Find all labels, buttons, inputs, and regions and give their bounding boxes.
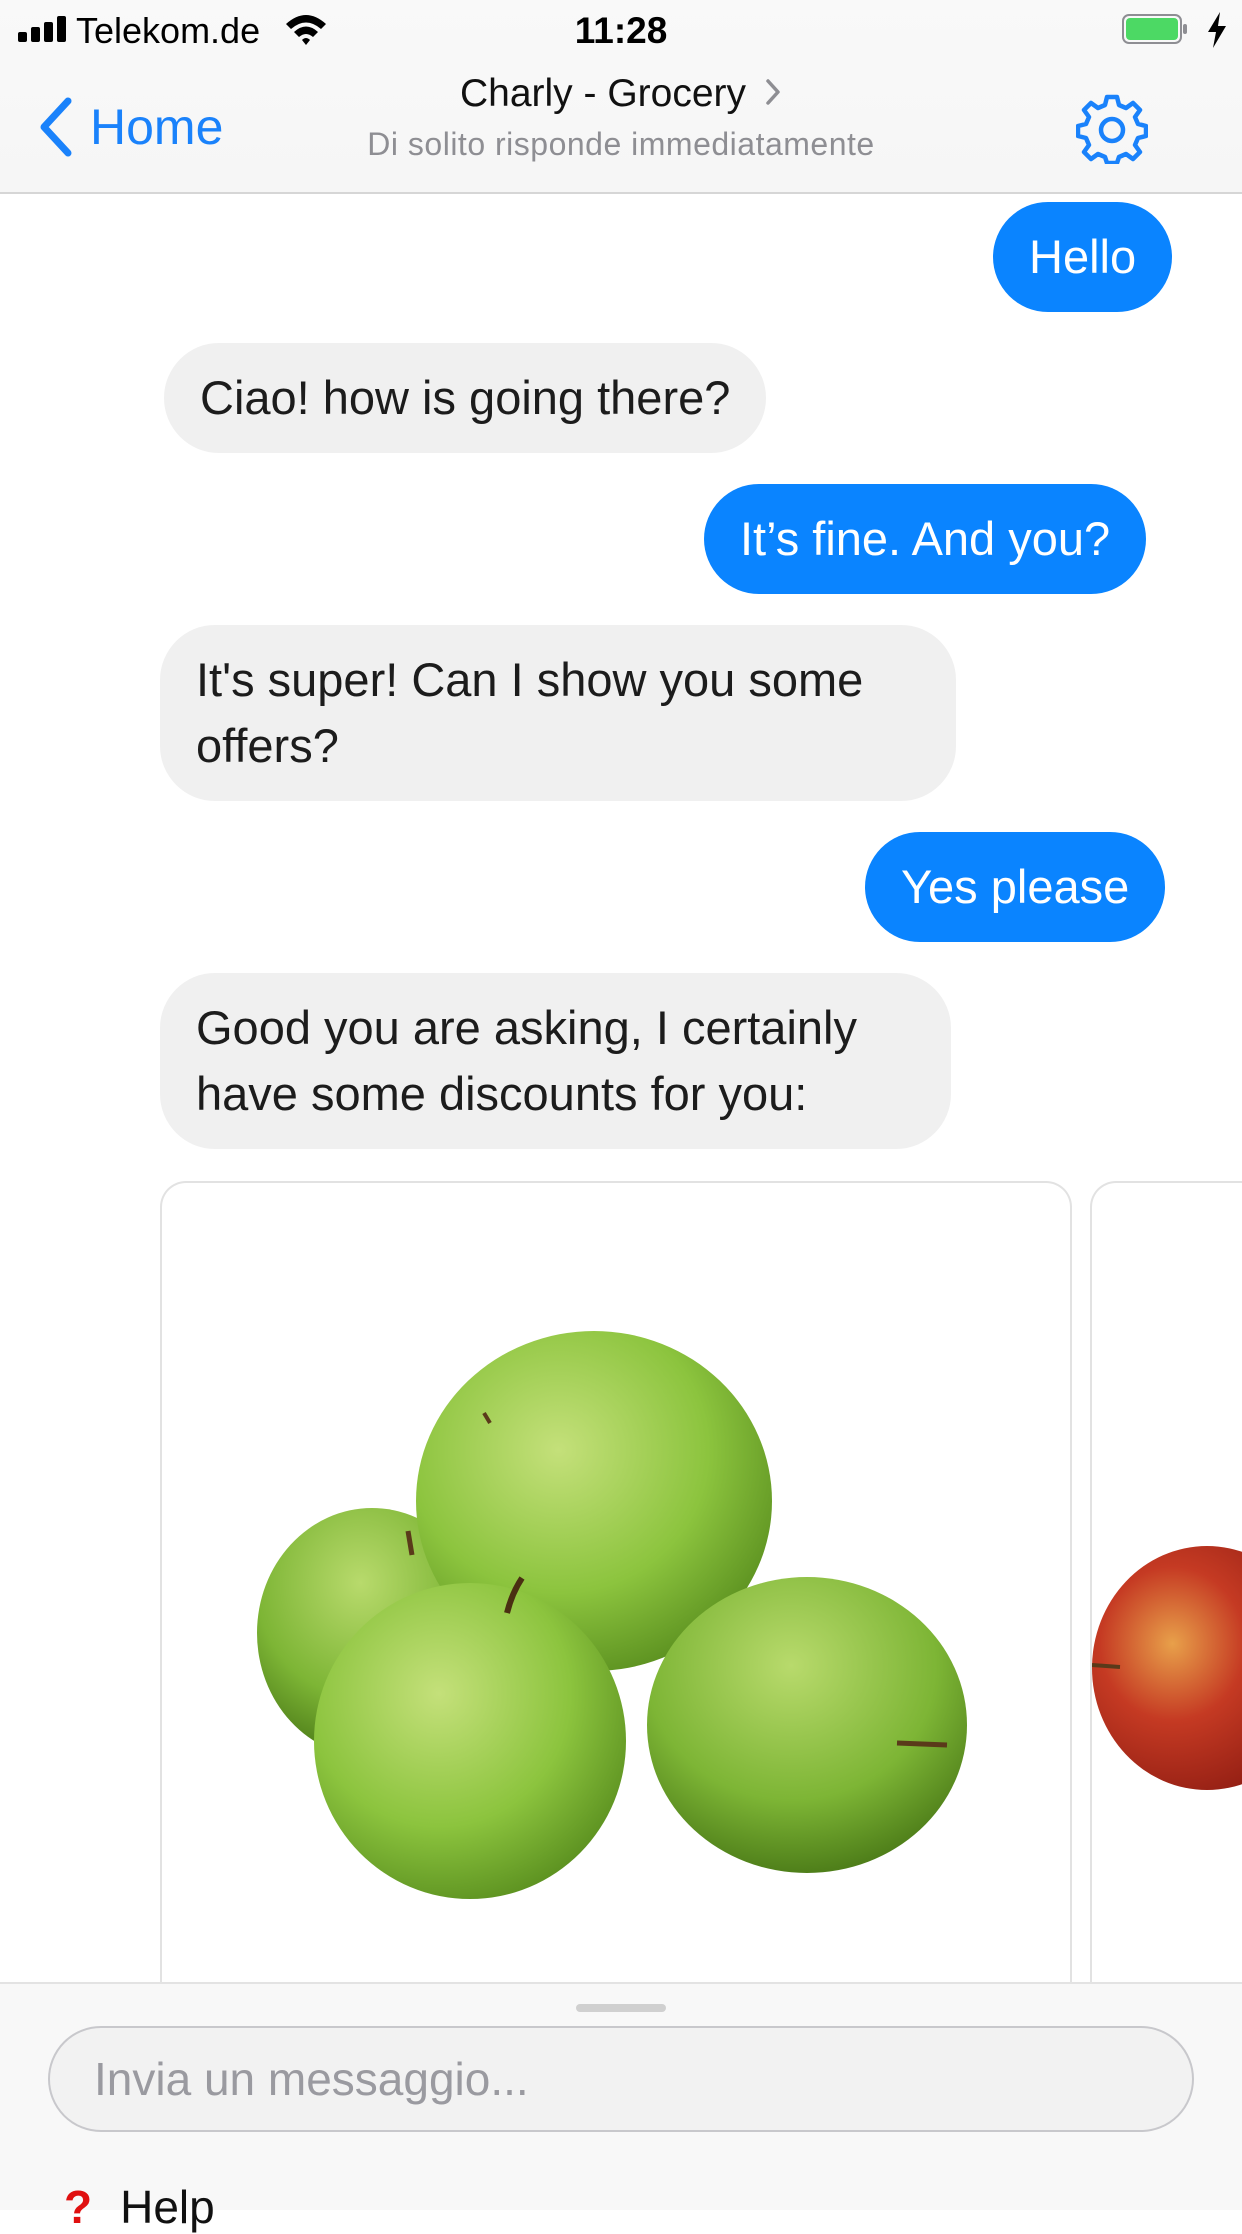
charging-bolt-icon: [1208, 12, 1226, 48]
message-composer: ? Help: [0, 1982, 1242, 2233]
help-menu-item[interactable]: ? Help: [64, 2180, 215, 2234]
product-card[interactable]: [160, 1181, 1072, 1984]
message-input[interactable]: [48, 2026, 1194, 2132]
response-time-subtitle: Di solito risponde immediatamente: [367, 126, 875, 162]
status-time: 11:28: [574, 10, 668, 51]
status-bar: Telekom.de 11:28: [0, 0, 1242, 62]
outgoing-message: It’s fine. And you?: [704, 484, 1147, 594]
gear-icon[interactable]: [1076, 92, 1148, 164]
chat-title-text: Charly - Grocery: [459, 72, 747, 115]
chevron-right-icon: [766, 78, 780, 105]
outgoing-message: Yes please: [865, 832, 1166, 942]
green-apples-image: [257, 1331, 967, 1899]
incoming-message: It's super! Can I show you some offers?: [160, 625, 956, 801]
incoming-message: Good you are asking, I certainly have so…: [160, 973, 951, 1149]
drag-handle[interactable]: [576, 2004, 666, 2012]
incoming-message: Ciao! how is going there?: [164, 343, 767, 453]
navigation-header: Telekom.de 11:28 Home Charly - Grocery D…: [0, 0, 1242, 194]
red-apple-image: [1092, 1546, 1242, 1790]
question-mark-icon: ?: [64, 2181, 93, 2233]
product-card[interactable]: [1090, 1181, 1242, 1984]
chat-title[interactable]: Charly - Grocery: [0, 72, 1242, 116]
battery-icon: [1122, 14, 1187, 44]
outgoing-message: Hello: [993, 202, 1173, 312]
help-label: Help: [120, 2181, 215, 2233]
